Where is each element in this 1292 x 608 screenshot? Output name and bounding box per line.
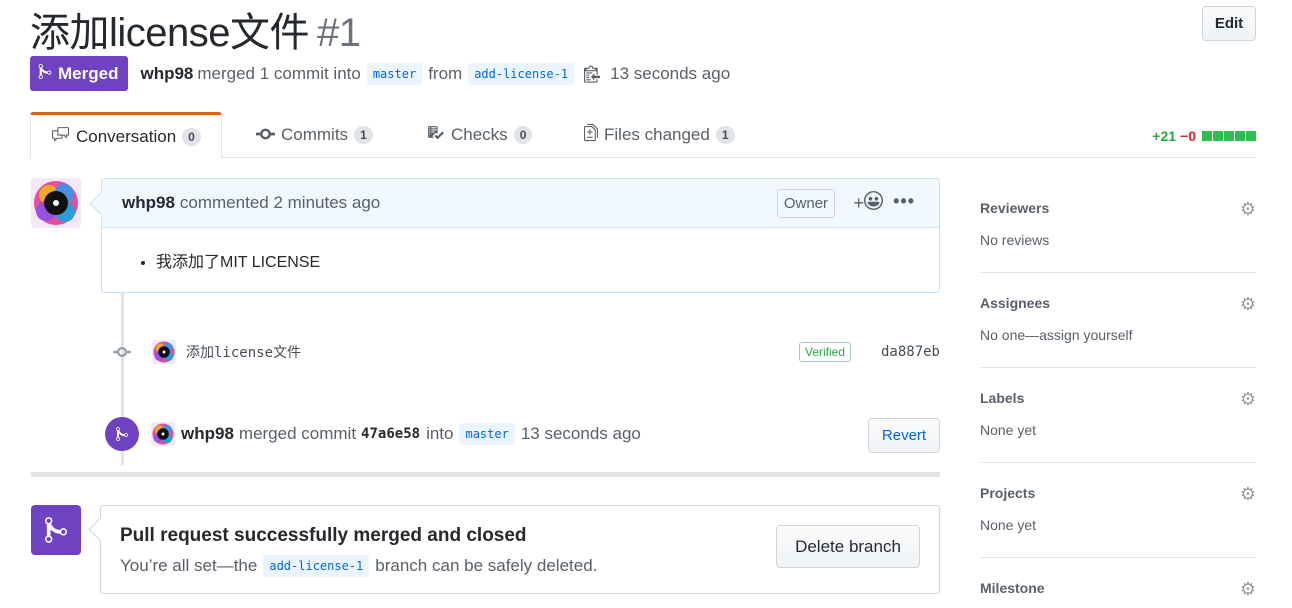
tab-files-changed[interactable]: Files changed 1 bbox=[584, 112, 735, 158]
clipboard-icon[interactable] bbox=[584, 64, 601, 83]
git-merge-icon bbox=[31, 505, 81, 555]
tab-conversation-label: Conversation bbox=[76, 126, 177, 146]
sidebar-heading: Reviewers bbox=[980, 200, 1050, 216]
merge-status-subtitle: You’re all set—the add-license-1 branch … bbox=[120, 555, 597, 577]
add-reaction-plus: + bbox=[853, 192, 864, 213]
merged-text: merged 1 commit into bbox=[197, 63, 361, 83]
gear-icon[interactable]: ⚙ bbox=[1240, 485, 1256, 503]
tab-conversation-count: 0 bbox=[182, 127, 201, 146]
smiley-icon bbox=[864, 191, 883, 215]
merge-text: merged commit bbox=[238, 424, 357, 443]
from-text: from bbox=[428, 63, 463, 83]
sidebar-milestone: Milestone ⚙ bbox=[980, 558, 1256, 608]
tab-checks[interactable]: Checks 0 bbox=[426, 112, 533, 158]
owner-badge: Owner bbox=[776, 189, 835, 218]
sidebar-heading: Labels bbox=[980, 390, 1025, 406]
avatar[interactable] bbox=[31, 178, 81, 228]
gear-icon[interactable]: ⚙ bbox=[1240, 295, 1256, 313]
comment-author[interactable]: whp98 bbox=[122, 193, 175, 213]
merge-base-branch[interactable]: master bbox=[459, 423, 515, 445]
pr-author-link[interactable]: whp98 bbox=[140, 64, 193, 84]
sidebar-value: None yet bbox=[980, 517, 1037, 533]
diffstat: +21 −0 bbox=[1152, 128, 1256, 144]
edit-button[interactable]: Edit bbox=[1202, 6, 1256, 41]
gear-icon[interactable]: ⚙ bbox=[1240, 200, 1256, 218]
commit-row: 添加license文件 Verified da887eb bbox=[110, 336, 940, 368]
comment-list-item: 我添加了MIT LICENSE bbox=[156, 248, 939, 272]
merge-status-sub1: You’re all set—the bbox=[120, 556, 258, 575]
pr-meta: Merged whp98 merged 1 commit into master… bbox=[30, 56, 730, 91]
verified-badge[interactable]: Verified bbox=[799, 342, 852, 362]
sidebar-reviewers: Reviewers No reviews ⚙ bbox=[980, 178, 1256, 273]
tab-conversation[interactable]: Conversation 0 bbox=[30, 112, 222, 159]
merge-status-title: Pull request successfully merged and clo… bbox=[120, 525, 527, 546]
sidebar-labels: Labels None yet ⚙ bbox=[980, 368, 1256, 463]
merged-status-label: Merged bbox=[58, 63, 119, 83]
checklist-icon bbox=[426, 124, 445, 146]
gear-icon[interactable]: ⚙ bbox=[1240, 580, 1256, 598]
head-branch[interactable]: add-license-1 bbox=[468, 62, 575, 85]
timeline-divider bbox=[31, 472, 940, 477]
sidebar-heading: Projects bbox=[980, 485, 1036, 501]
tab-files-changed-label: Files changed bbox=[604, 125, 710, 144]
merge-status-box: Pull request successfully merged and clo… bbox=[100, 505, 940, 594]
merge-commit-sha[interactable]: 47a6e58 bbox=[361, 426, 420, 442]
git-merge-icon bbox=[38, 63, 52, 85]
pr-number: #1 bbox=[317, 11, 361, 55]
pr-title-text: 添加license文件 bbox=[30, 11, 310, 55]
comment-action: commented 2 minutes ago bbox=[179, 193, 381, 212]
comment-discussion-icon bbox=[51, 126, 70, 148]
commit-message-link[interactable]: 添加license文件 bbox=[186, 342, 301, 362]
sidebar-assignees: Assignees No one—assign yourself ⚙ bbox=[980, 273, 1256, 368]
tab-commits[interactable]: Commits 1 bbox=[256, 112, 373, 158]
more-options-icon[interactable]: ••• bbox=[893, 191, 915, 212]
comment-header: whp98 commented 2 minutes ago Owner + ••… bbox=[102, 179, 939, 228]
pr-title: 添加license文件 #1 bbox=[30, 0, 361, 58]
tab-files-changed-count: 1 bbox=[715, 126, 735, 144]
merge-time: 13 seconds ago bbox=[520, 424, 641, 443]
revert-button[interactable]: Revert bbox=[868, 418, 940, 453]
sidebar-value: None yet bbox=[980, 422, 1037, 438]
avatar[interactable] bbox=[151, 422, 175, 446]
merged-branch[interactable]: add-license-1 bbox=[263, 555, 370, 577]
tab-checks-count: 0 bbox=[513, 126, 533, 144]
tab-commits-count: 1 bbox=[354, 126, 373, 144]
tab-commits-label: Commits bbox=[281, 125, 349, 144]
merge-author-link[interactable]: whp98 bbox=[181, 424, 234, 444]
merged-time: 13 seconds ago bbox=[610, 63, 731, 83]
merged-status-badge: Merged bbox=[30, 56, 129, 91]
git-merge-icon bbox=[105, 417, 139, 451]
file-diff-icon bbox=[584, 123, 598, 147]
sidebar-value: No reviews bbox=[980, 232, 1050, 248]
comment-box: whp98 commented 2 minutes ago Owner + ••… bbox=[101, 178, 940, 293]
avatar[interactable] bbox=[152, 340, 176, 364]
git-commit-icon bbox=[110, 347, 134, 357]
gear-icon[interactable]: ⚙ bbox=[1240, 390, 1256, 408]
merge-status-sub2: branch can be safely deleted. bbox=[375, 556, 598, 575]
git-commit-icon bbox=[256, 125, 275, 145]
tab-checks-label: Checks bbox=[451, 125, 508, 144]
base-branch[interactable]: master bbox=[366, 62, 423, 85]
diffstat-deletions: −0 bbox=[1180, 128, 1196, 144]
sidebar-heading: Assignees bbox=[980, 295, 1051, 311]
into-text: into bbox=[426, 424, 454, 443]
sidebar-value[interactable]: No one—assign yourself bbox=[980, 327, 1133, 343]
sidebar-projects: Projects None yet ⚙ bbox=[980, 463, 1256, 558]
pr-tabs: Conversation 0 Commits 1 Checks 0 Files … bbox=[30, 112, 1256, 159]
diffstat-additions: +21 bbox=[1152, 128, 1177, 144]
delete-branch-button[interactable]: Delete branch bbox=[776, 525, 920, 568]
commit-sha-link[interactable]: da887eb bbox=[881, 344, 940, 360]
sidebar-heading: Milestone bbox=[980, 580, 1045, 596]
comment-body: 我添加了MIT LICENSE bbox=[102, 228, 939, 272]
diffstat-blocks bbox=[1202, 131, 1256, 141]
add-reaction-button[interactable]: + bbox=[853, 191, 883, 215]
merge-event: whp98 merged commit 47a6e58 into master … bbox=[105, 414, 940, 454]
